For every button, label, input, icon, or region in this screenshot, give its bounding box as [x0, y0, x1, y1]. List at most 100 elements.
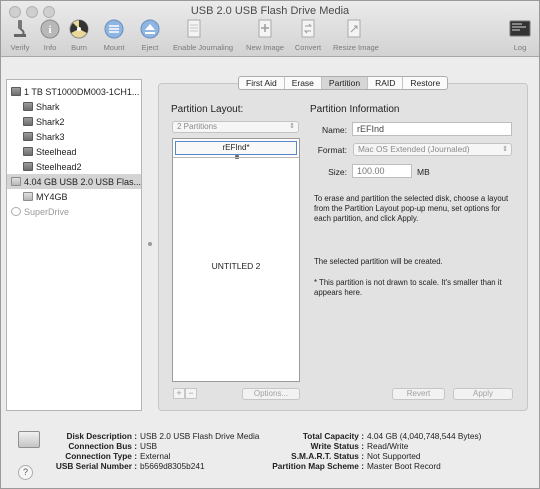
scale-note: * This partition is not drawn to scale. …: [314, 278, 502, 297]
apply-button[interactable]: Apply: [453, 388, 513, 400]
usb-disk-icon: [11, 177, 21, 186]
remove-partition-button[interactable]: −: [185, 388, 197, 399]
detail-key: Partition Map Scheme :: [272, 461, 364, 471]
eject-label: Eject: [141, 43, 159, 52]
revert-button[interactable]: Revert: [392, 388, 445, 400]
sidebar-item-volume[interactable]: Shark2: [7, 114, 141, 129]
partition-info-title: Partition Information: [310, 104, 400, 115]
sidebar-item-superdrive[interactable]: SuperDrive: [7, 204, 141, 219]
sidebar-item-label: Shark: [36, 101, 60, 112]
sidebar-item-disk[interactable]: 1 TB ST1000DM003-1CH1...: [7, 84, 141, 99]
sidebar-item-label: MY4GB: [36, 191, 68, 202]
partition-name-field[interactable]: rEFInd: [352, 122, 512, 136]
partition-name: UNTITLED 2: [211, 261, 261, 271]
add-partition-button[interactable]: +: [173, 388, 185, 399]
sidebar-item-volume[interactable]: Steelhead: [7, 144, 141, 159]
sidebar-item-volume[interactable]: Steelhead2: [7, 159, 141, 174]
detail-value: USB: [140, 441, 158, 451]
options-button[interactable]: Options...: [242, 388, 300, 400]
detail-key: Disk Description :: [66, 431, 137, 441]
journal-icon: [183, 18, 205, 40]
sidebar-item-label: 1 TB ST1000DM003-1CH1...: [24, 86, 140, 97]
detail-key: Connection Type :: [65, 451, 137, 461]
stepper-arrows-icon: ⇕: [289, 123, 295, 130]
volume-icon: [23, 132, 33, 141]
detail-value: Master Boot Record: [367, 461, 441, 471]
new-image-toolbar-button[interactable]: New Image: [244, 18, 286, 52]
hard-disk-icon: [11, 87, 21, 96]
sidebar-item-label: Steelhead: [36, 146, 77, 157]
partition-layout-title: Partition Layout:: [171, 104, 244, 115]
tab-bar: First Aid Erase Partition RAID Restore: [238, 76, 449, 90]
partition-status: The selected partition will be created.: [314, 257, 443, 266]
log-toolbar-button[interactable]: Log: [499, 18, 540, 52]
optical-drive-icon: [11, 207, 21, 216]
tab-restore[interactable]: Restore: [403, 77, 447, 89]
detail-row: S.M.A.R.T. Status : Not Supported: [259, 451, 420, 461]
title-toolbar: USB 2.0 USB Flash Drive Media Verify i I…: [1, 1, 539, 57]
detail-row: Connection Type : External: [28, 451, 170, 461]
mount-icon: [103, 18, 125, 40]
split-view-handle[interactable]: [148, 242, 152, 246]
new-image-icon: [254, 18, 276, 40]
resize-image-label: Resize Image: [333, 43, 379, 52]
log-icon: [509, 18, 531, 40]
tab-erase[interactable]: Erase: [285, 77, 322, 89]
convert-icon: [297, 18, 319, 40]
convert-toolbar-button[interactable]: Convert: [287, 18, 329, 52]
log-label: Log: [513, 43, 527, 52]
size-unit: MB: [417, 167, 430, 177]
disk-utility-window: USB 2.0 USB Flash Drive Media Verify i I…: [0, 0, 540, 489]
format-label: Format:: [317, 145, 347, 155]
volume-icon: [23, 102, 33, 111]
format-value: Mac OS Extended (Journaled): [358, 144, 470, 154]
burn-icon: [68, 18, 90, 40]
partition-instructions: To erase and partition the selected disk…: [314, 194, 509, 223]
sidebar-item-label: 4.04 GB USB 2.0 USB Flas...: [23, 176, 141, 187]
format-select[interactable]: Mac OS Extended (Journaled) ⇕: [353, 143, 512, 156]
tab-first-aid[interactable]: First Aid: [239, 77, 285, 89]
detail-row: Connection Bus : USB: [28, 441, 157, 451]
enable-journaling-label: Enable Journaling: [173, 43, 234, 52]
volume-icon: [23, 147, 33, 156]
detail-row: Partition Map Scheme : Master Boot Record: [259, 461, 441, 471]
partition-scheme-select[interactable]: 2 Partitions ⇕: [172, 121, 299, 133]
size-label: Size:: [328, 167, 347, 177]
sidebar-item-usb-disk[interactable]: 4.04 GB USB 2.0 USB Flas...: [7, 174, 141, 189]
detail-key: Total Capacity :: [302, 431, 364, 441]
sidebar-item-label: Shark3: [36, 131, 65, 142]
microscope-icon: [9, 18, 31, 40]
partition-map: rEFInd* UNTITLED 2: [172, 138, 300, 382]
sidebar-item-volume[interactable]: Shark: [7, 99, 141, 114]
sidebar-item-label: Shark2: [36, 116, 65, 127]
enable-journaling-toolbar-button[interactable]: Enable Journaling: [173, 18, 234, 52]
sidebar-item-label: Steelhead2: [36, 161, 82, 172]
resize-image-icon: [343, 18, 365, 40]
tab-raid[interactable]: RAID: [368, 77, 404, 89]
detail-row: Write Status : Read/Write: [259, 441, 409, 451]
sidebar-item-usb-volume[interactable]: MY4GB: [7, 189, 141, 204]
detail-row: USB Serial Number : b5669d8305b241: [28, 461, 205, 471]
volume-icon: [23, 117, 33, 126]
eject-icon: [139, 18, 161, 40]
stepper-arrows-icon: ⇕: [502, 146, 508, 153]
detail-key: S.M.A.R.T. Status :: [291, 451, 364, 461]
window-title: USB 2.0 USB Flash Drive Media: [190, 5, 350, 17]
volume-icon: [23, 162, 33, 171]
detail-value: External: [140, 451, 171, 461]
detail-row: Total Capacity :4.04 GB (4,040,748,544 B…: [259, 431, 482, 441]
partition-block[interactable]: UNTITLED 2: [173, 157, 299, 381]
tab-partition[interactable]: Partition: [321, 77, 369, 89]
disk-details: ? Disk Description : USB 2.0 USB Flash Dr…: [1, 421, 539, 489]
detail-value: Read/Write: [367, 441, 409, 451]
svg-text:i: i: [48, 24, 51, 36]
resize-image-toolbar-button[interactable]: Resize Image: [333, 18, 379, 52]
eject-toolbar-button[interactable]: Eject: [129, 18, 171, 52]
partition-block-selected[interactable]: rEFInd*: [175, 141, 297, 159]
detail-key: Write Status :: [310, 441, 364, 451]
name-label: Name:: [321, 125, 347, 135]
disk-sidebar: 1 TB ST1000DM003-1CH1... Shark Shark2 Sh…: [6, 79, 142, 411]
sidebar-item-volume[interactable]: Shark3: [7, 129, 141, 144]
partition-size-field[interactable]: 100.00: [352, 164, 412, 178]
detail-row: Disk Description : USB 2.0 USB Flash Driv…: [28, 431, 259, 441]
